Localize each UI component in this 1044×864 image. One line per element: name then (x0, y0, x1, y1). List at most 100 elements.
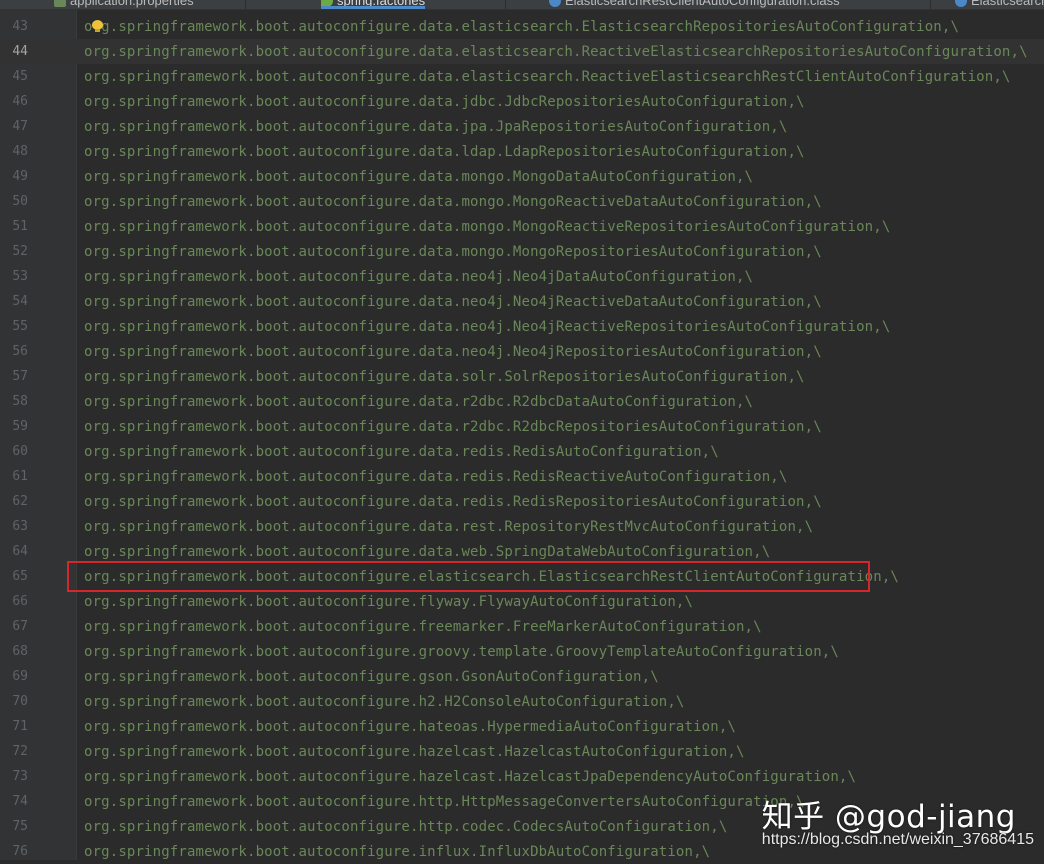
code-text[interactable]: org.springframework.boot.autoconfigure.d… (84, 544, 770, 560)
code-line[interactable]: 45 org.springframework.boot.autoconfigure… (0, 64, 1044, 89)
code-text[interactable]: org.springframework.boot.autoconfigure.d… (84, 319, 890, 335)
code-text[interactable]: org.springframework.boot.autoconfigure.g… (84, 644, 839, 660)
code-line[interactable]: 63 org.springframework.boot.autoconfigure… (0, 514, 1044, 539)
line-number: 50 (12, 194, 28, 209)
code-line[interactable]: 51 org.springframework.boot.autoconfigure… (0, 214, 1044, 239)
code-line[interactable]: 55 org.springframework.boot.autoconfigure… (0, 314, 1044, 339)
line-number: 61 (12, 469, 28, 484)
code-text[interactable]: org.springframework.boot.autoconfigure.h… (84, 794, 805, 810)
code-text[interactable]: org.springframework.boot.autoconfigure.d… (84, 519, 813, 535)
code-text[interactable]: org.springframework.boot.autoconfigure.d… (84, 369, 805, 385)
lightbulb-intention-icon[interactable] (92, 20, 103, 32)
code-text[interactable]: org.springframework.boot.autoconfigure.d… (84, 394, 753, 410)
code-text[interactable]: org.springframework.boot.autoconfigure.h… (84, 819, 727, 835)
code-text[interactable]: org.springframework.boot.autoconfigure.d… (84, 219, 890, 235)
code-text[interactable]: org.springframework.boot.autoconfigure.g… (84, 669, 659, 685)
code-line[interactable]: 62 org.springframework.boot.autoconfigure… (0, 489, 1044, 514)
tab-label: ElasticsearchRestClientAutoConfiguration… (565, 0, 840, 8)
class-file-icon (549, 0, 561, 7)
code-line[interactable]: 60 org.springframework.boot.autoconfigure… (0, 439, 1044, 464)
code-text[interactable]: org.springframework.boot.autoconfigure.d… (84, 169, 753, 185)
code-line[interactable]: 50 org.springframework.boot.autoconfigure… (0, 189, 1044, 214)
line-number: 58 (12, 394, 28, 409)
code-text[interactable]: org.springframework.boot.autoconfigure.d… (84, 19, 959, 35)
code-line[interactable]: 49 org.springframework.boot.autoconfigure… (0, 164, 1044, 189)
line-number: 62 (12, 494, 28, 509)
code-line[interactable]: 66 org.springframework.boot.autoconfigure… (0, 589, 1044, 614)
code-line[interactable]: 68 org.springframework.boot.autoconfigure… (0, 639, 1044, 664)
csdn-watermark-url: https://blog.csdn.net/weixin_37686415 (761, 831, 1034, 848)
code-text[interactable]: org.springframework.boot.autoconfigure.d… (84, 469, 787, 485)
tab-elasticsearch-class[interactable]: Elasticsearch (955, 0, 1044, 9)
code-text[interactable]: org.springframework.boot.autoconfigure.i… (84, 844, 710, 860)
code-text[interactable]: org.springframework.boot.autoconfigure.d… (84, 244, 822, 260)
line-number: 65 (12, 569, 28, 584)
code-line[interactable]: 44 org.springframework.boot.autoconfigure… (0, 39, 1044, 64)
code-text[interactable]: org.springframework.boot.autoconfigure.f… (84, 619, 762, 635)
code-text[interactable]: org.springframework.boot.autoconfigure.d… (84, 94, 805, 110)
code-text[interactable]: org.springframework.boot.autoconfigure.d… (84, 294, 822, 310)
code-text[interactable]: org.springframework.boot.autoconfigure.d… (84, 69, 1011, 85)
tab-elasticsearch-rest-client-class[interactable]: ElasticsearchRestClientAutoConfiguration… (549, 0, 840, 9)
code-text[interactable]: org.springframework.boot.autoconfigure.d… (84, 344, 822, 360)
line-number: 45 (12, 69, 28, 84)
line-number: 53 (12, 269, 28, 284)
code-line[interactable]: 59 org.springframework.boot.autoconfigure… (0, 414, 1044, 439)
code-text[interactable]: org.springframework.boot.autoconfigure.d… (84, 119, 787, 135)
tab-application-properties[interactable]: application.properties (54, 0, 194, 9)
code-line[interactable]: 52 org.springframework.boot.autoconfigure… (0, 239, 1044, 264)
code-line[interactable]: 58 org.springframework.boot.autoconfigure… (0, 389, 1044, 414)
code-editor[interactable]: 43 org.springframework.boot.autoconfigure… (0, 14, 1044, 864)
code-line[interactable]: 65 org.springframework.boot.autoconfigure… (0, 564, 1044, 589)
code-line[interactable]: 47 org.springframework.boot.autoconfigure… (0, 114, 1044, 139)
code-line[interactable]: 46 org.springframework.boot.autoconfigure… (0, 89, 1044, 114)
code-line[interactable]: 53 org.springframework.boot.autoconfigure… (0, 264, 1044, 289)
line-number: 55 (12, 319, 28, 334)
line-number: 56 (12, 344, 28, 359)
code-text[interactable]: org.springframework.boot.autoconfigure.h… (84, 744, 745, 760)
line-number: 72 (12, 744, 28, 759)
code-text[interactable]: org.springframework.boot.autoconfigure.d… (84, 269, 753, 285)
code-line[interactable]: 73 org.springframework.boot.autoconfigure… (0, 764, 1044, 789)
code-line[interactable]: 61 org.springframework.boot.autoconfigure… (0, 464, 1044, 489)
code-line[interactable]: 72 org.springframework.boot.autoconfigure… (0, 739, 1044, 764)
class-file-icon (955, 0, 967, 7)
line-number: 69 (12, 669, 28, 684)
spring-file-icon (321, 0, 333, 7)
code-text[interactable]: org.springframework.boot.autoconfigure.f… (84, 594, 693, 610)
code-text[interactable]: org.springframework.boot.autoconfigure.h… (84, 694, 685, 710)
line-number: 66 (12, 594, 28, 609)
code-text[interactable]: org.springframework.boot.autoconfigure.d… (84, 194, 822, 210)
code-text[interactable]: org.springframework.boot.autoconfigure.d… (84, 494, 822, 510)
line-number: 43 (12, 19, 28, 34)
code-line[interactable]: 56 org.springframework.boot.autoconfigure… (0, 339, 1044, 364)
code-text[interactable]: org.springframework.boot.autoconfigure.d… (84, 44, 1028, 60)
code-line[interactable]: 71 org.springframework.boot.autoconfigure… (0, 714, 1044, 739)
line-number: 60 (12, 444, 28, 459)
line-number: 76 (12, 844, 28, 859)
line-number: 51 (12, 219, 28, 234)
tab-spring-factories[interactable]: spring.factories (321, 0, 426, 9)
code-line[interactable]: 54 org.springframework.boot.autoconfigure… (0, 289, 1044, 314)
editor-tab-bar: application.properties spring.factories … (0, 0, 1044, 10)
code-line[interactable]: 43 org.springframework.boot.autoconfigure… (0, 14, 1044, 39)
code-line[interactable]: 67 org.springframework.boot.autoconfigure… (0, 614, 1044, 639)
code-text[interactable]: org.springframework.boot.autoconfigure.d… (84, 444, 719, 460)
zhihu-watermark: 知乎 @god-jiang (761, 799, 1016, 835)
code-line[interactable]: 70 org.springframework.boot.autoconfigure… (0, 689, 1044, 714)
tab-separator (505, 0, 506, 9)
code-text[interactable]: org.springframework.boot.autoconfigure.e… (84, 569, 899, 585)
code-line[interactable]: 64 org.springframework.boot.autoconfigure… (0, 539, 1044, 564)
line-number: 67 (12, 619, 28, 634)
properties-file-icon (54, 0, 66, 7)
code-text[interactable]: org.springframework.boot.autoconfigure.d… (84, 419, 822, 435)
code-line[interactable]: 57 org.springframework.boot.autoconfigure… (0, 364, 1044, 389)
code-text[interactable]: org.springframework.boot.autoconfigure.h… (84, 769, 856, 785)
code-text[interactable]: org.springframework.boot.autoconfigure.h… (84, 719, 736, 735)
code-line[interactable]: 69 org.springframework.boot.autoconfigure… (0, 664, 1044, 689)
code-text[interactable]: org.springframework.boot.autoconfigure.d… (84, 144, 805, 160)
line-number: 63 (12, 519, 28, 534)
code-line[interactable]: 48 org.springframework.boot.autoconfigure… (0, 139, 1044, 164)
line-number: 48 (12, 144, 28, 159)
line-number: 54 (12, 294, 28, 309)
